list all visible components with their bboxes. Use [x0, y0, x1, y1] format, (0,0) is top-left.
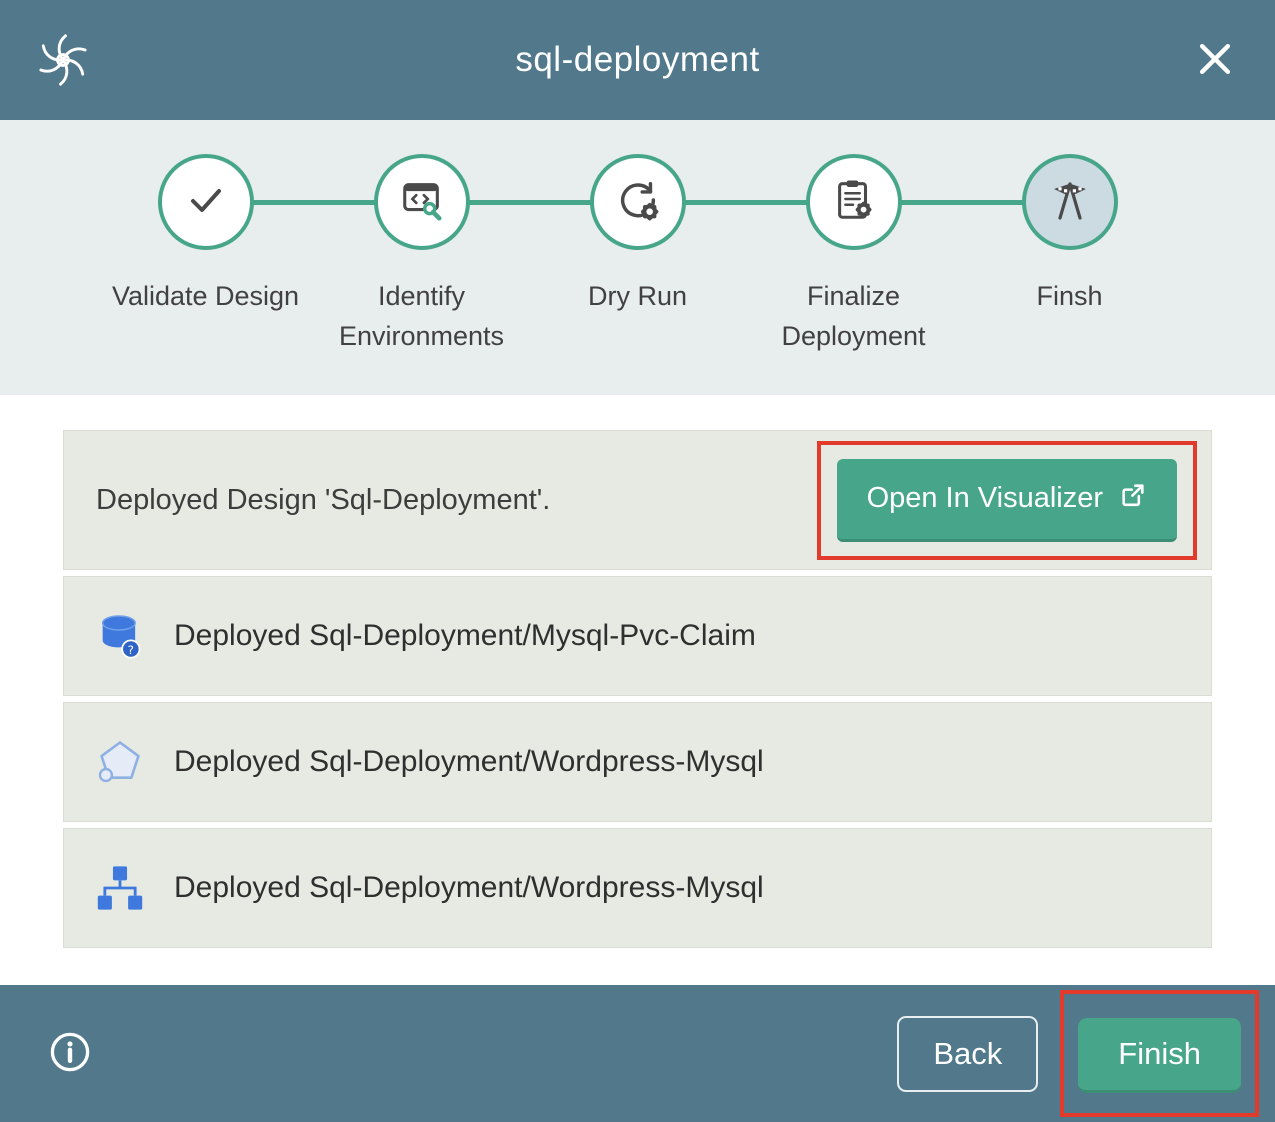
hierarchy-icon: [94, 862, 146, 914]
deployment-result-row: Deployed Sql-Deployment/Wordpress-Mysql: [63, 828, 1212, 948]
step-label: Identify Environments: [322, 276, 522, 356]
info-button[interactable]: [46, 1030, 94, 1078]
clipboard-gear-icon: [831, 177, 877, 228]
finish-button[interactable]: Finish: [1078, 1018, 1241, 1093]
external-link-icon: [1119, 481, 1147, 517]
step-label: Finalize Deployment: [754, 276, 954, 356]
step-label: Finsh: [1036, 276, 1102, 316]
back-button[interactable]: Back: [897, 1016, 1038, 1092]
step-circle-identify-environments[interactable]: [374, 154, 470, 250]
step-label: Dry Run: [588, 276, 687, 316]
close-button[interactable]: [1189, 34, 1241, 86]
dry-run-icon: [615, 177, 661, 228]
step-label: Validate Design: [112, 276, 299, 316]
dialog-title: sql-deployment: [0, 40, 1275, 80]
info-icon: [48, 1030, 92, 1077]
dialog-header: sql-deployment: [0, 0, 1275, 120]
wizard-stepper: Validate Design Identify Environments: [0, 120, 1275, 395]
step-dry-run: Dry Run: [530, 154, 746, 356]
pentagon-service-icon: [94, 736, 146, 788]
step-validate-design: Validate Design: [98, 154, 314, 356]
step-finish: Finsh: [962, 154, 1178, 356]
finish-flags-icon: [1046, 176, 1094, 229]
open-in-visualizer-button[interactable]: Open In Visualizer: [837, 459, 1177, 542]
svg-text:?: ?: [128, 643, 134, 657]
step-circle-dry-run[interactable]: [590, 154, 686, 250]
visualizer-highlight-box: Open In Visualizer: [817, 441, 1197, 560]
step-circle-finish[interactable]: [1022, 154, 1118, 250]
step-identify-environments: Identify Environments: [314, 154, 530, 356]
deployment-result-text: Deployed Sql-Deployment/Wordpress-Mysql: [174, 745, 764, 779]
deployment-result-text: Deployed Sql-Deployment/Mysql-Pvc-Claim: [174, 619, 756, 653]
app-logo-icon: [34, 31, 92, 89]
check-icon: [182, 176, 230, 229]
database-icon: ?: [94, 610, 146, 662]
close-icon: [1193, 37, 1237, 84]
deployment-result-row: ? Deployed Sql-Deployment/Mysql-Pvc-Clai…: [63, 576, 1212, 696]
step-finalize-deployment: Finalize Deployment: [746, 154, 962, 356]
finish-highlight-box: Finish: [1060, 990, 1259, 1117]
open-in-visualizer-label: Open In Visualizer: [867, 482, 1103, 515]
code-environment-icon: [399, 177, 445, 228]
deployment-results: Deployed Design 'Sql-Deployment'. Open I…: [0, 395, 1275, 985]
deployment-result-text: Deployed Sql-Deployment/Wordpress-Mysql: [174, 871, 764, 905]
deployment-summary-text: Deployed Design 'Sql-Deployment'.: [96, 484, 550, 517]
deployment-result-row: Deployed Sql-Deployment/Wordpress-Mysql: [63, 702, 1212, 822]
deployment-summary-row: Deployed Design 'Sql-Deployment'. Open I…: [63, 430, 1212, 570]
step-circle-finalize-deployment[interactable]: [806, 154, 902, 250]
step-circle-validate-design[interactable]: [158, 154, 254, 250]
dialog-footer: Back Finish: [0, 985, 1275, 1122]
